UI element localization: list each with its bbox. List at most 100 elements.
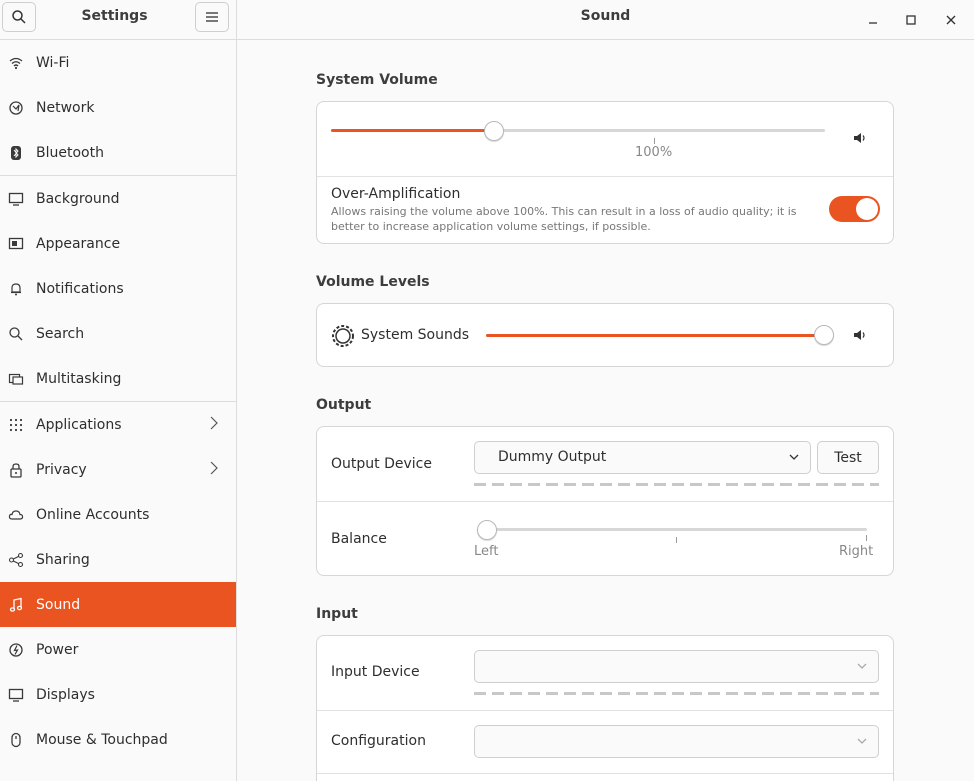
balance-slider-knob[interactable] [477,520,497,540]
output-device-label: Output Device [331,456,432,472]
cloud-icon [8,507,24,523]
sidebar-item-label: Online Accounts [36,506,150,523]
sidebar-item-multitasking[interactable]: Multitasking [0,356,236,401]
display-icon [8,687,24,703]
maximize-button[interactable] [899,8,923,32]
background-icon [8,191,24,207]
sidebar-item-label: Power [36,641,79,658]
sidebar-item-online-accounts[interactable]: Online Accounts [0,492,236,537]
balance-label: Balance [331,531,387,547]
sidebar-item-label: Sound [36,596,81,613]
sidebar-item-wifi[interactable]: Wi-Fi [0,40,236,85]
grid-icon [8,417,24,433]
configuration-label: Configuration [331,733,426,749]
sidebar-item-background[interactable]: Background [0,176,236,221]
output-title: Output [316,397,372,413]
chevron-down-icon [857,663,867,669]
share-icon [8,552,24,568]
input-device-dropdown[interactable] [474,650,879,683]
multitasking-icon [8,371,24,387]
sidebar-item-label: Wi-Fi [36,54,70,71]
test-button[interactable]: Test [817,441,879,474]
row-separator [317,501,893,502]
chevron-down-icon [857,738,867,744]
output-card: Output Device Dummy Output Test Balance … [316,426,894,576]
minimize-icon [869,22,877,24]
balance-right-tick [866,535,867,541]
chevron-right-icon [210,461,218,475]
input-card: Input Device Configuration [316,635,894,781]
main-panel: Sound System Volume 100% Over-Amplificat… [237,0,974,781]
sidebar-item-search[interactable]: Search [0,311,236,356]
system-volume-title: System Volume [316,72,438,88]
over-amplification-desc-1: Allows raising the volume above 100%. Th… [331,205,797,218]
sidebar-item-bluetooth[interactable]: Bluetooth [0,130,236,175]
music-note-icon [8,597,24,613]
main-header: Sound [237,0,974,40]
sidebar-item-label: Appearance [36,235,121,252]
close-button[interactable] [939,8,963,32]
over-amplification-label: Over-Amplification [331,186,461,202]
input-title: Input [316,606,358,622]
input-level-bar [474,692,879,695]
sidebar-item-label: Sharing [36,551,90,568]
hamburger-icon [206,12,218,22]
sidebar-item-label: Notifications [36,280,124,297]
sidebar-item-appearance[interactable]: Appearance [0,221,236,266]
search-icon [8,326,24,342]
power-icon [8,642,24,658]
bluetooth-icon [8,145,24,161]
output-level-bar [474,483,879,486]
output-device-value: Dummy Output [498,449,607,465]
system-sounds-fill [486,334,824,337]
volume-100-label: 100% [635,145,673,160]
menu-button[interactable] [195,2,229,32]
volume-levels-title: Volume Levels [316,274,430,290]
row-separator [317,710,893,711]
sidebar-header: Settings [0,0,236,40]
sidebar-item-label: Privacy [36,461,87,478]
speaker-icon [854,330,865,340]
toggle-knob [856,198,878,220]
sidebar-item-displays[interactable]: Displays [0,672,236,717]
sidebar-item-label: Background [36,190,120,207]
row-separator [317,176,893,177]
network-icon [8,100,24,116]
sidebar-item-notifications[interactable]: Notifications [0,266,236,311]
system-volume-fill [331,129,494,132]
sidebar-item-label: Applications [36,416,122,433]
volume-levels-card: System Sounds [316,303,894,367]
bell-icon [8,281,24,297]
chevron-down-icon [789,454,799,460]
sidebar-item-sound[interactable]: Sound [0,582,236,627]
sidebar-item-mouse-touchpad[interactable]: Mouse & Touchpad [0,717,236,762]
sidebar-item-label: Displays [36,686,95,703]
system-volume-slider-knob[interactable] [484,121,504,141]
sidebar-item-label: Bluetooth [36,144,104,161]
output-device-dropdown[interactable]: Dummy Output [474,441,811,474]
wifi-icon [8,55,24,71]
sidebar-list: Wi-Fi Network Bluetooth Background Appea… [0,40,236,762]
minimize-button[interactable] [861,8,885,32]
configuration-dropdown[interactable] [474,725,879,758]
over-amplification-desc-2: better to increase application volume se… [331,220,651,233]
maximize-icon [906,15,916,25]
sidebar-item-power[interactable]: Power [0,627,236,672]
input-device-label: Input Device [331,664,420,680]
system-sounds-label: System Sounds [361,327,470,343]
gear-icon [332,325,354,347]
row-separator [317,773,893,774]
system-sounds-slider-knob[interactable] [814,325,834,345]
sidebar-item-sharing[interactable]: Sharing [0,537,236,582]
lock-icon [8,462,24,478]
sidebar-item-label: Search [36,325,85,342]
tick-100 [654,138,655,144]
sidebar-item-network[interactable]: Network [0,85,236,130]
sidebar-item-privacy[interactable]: Privacy [0,447,236,492]
sidebar-item-label: Multitasking [36,370,122,387]
over-amplification-toggle[interactable] [829,196,880,222]
sidebar-item-applications[interactable]: Applications [0,402,236,447]
balance-track [477,528,867,531]
speaker-icon [854,133,865,143]
appearance-icon [8,236,24,252]
